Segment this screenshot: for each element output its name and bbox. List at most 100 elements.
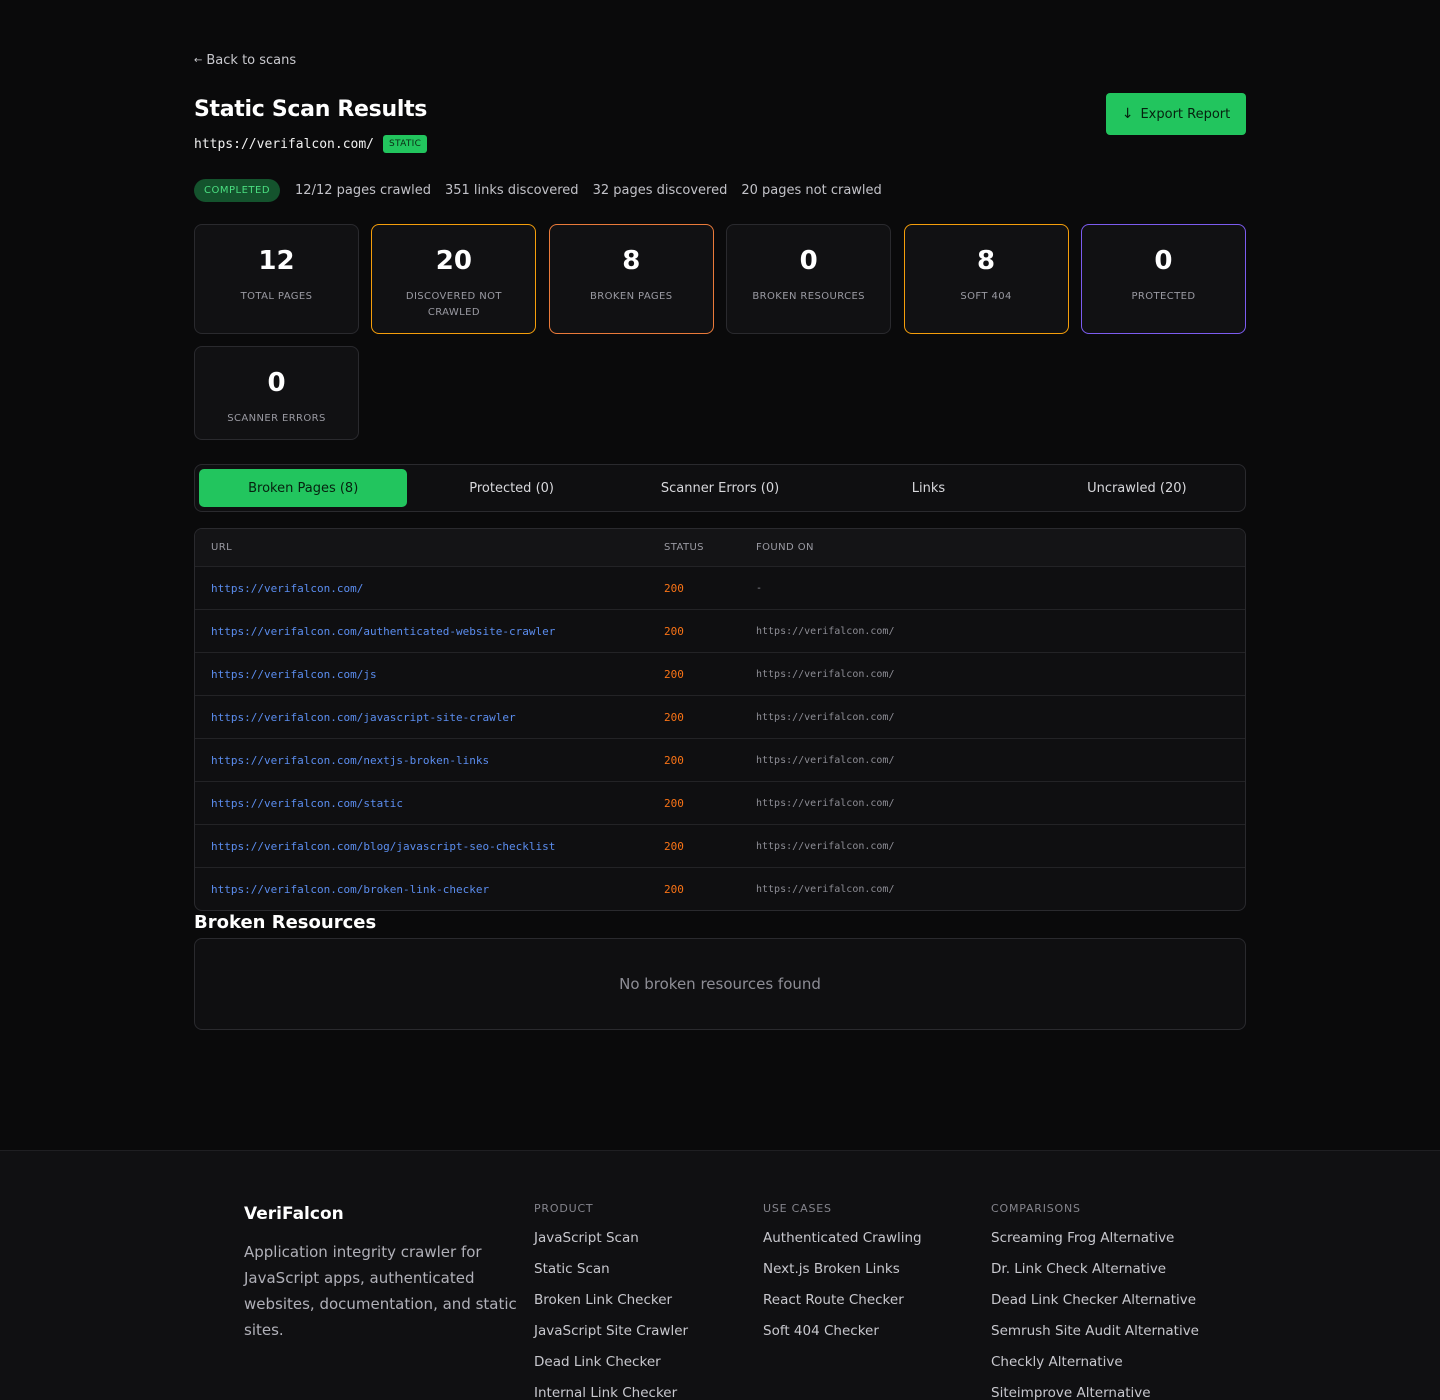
- empty-message: No broken resources found: [619, 975, 821, 993]
- stat-label: SOFT 404: [960, 291, 1012, 302]
- row-status-code: 200: [664, 882, 684, 896]
- broken-resources-title: Broken Resources: [194, 912, 377, 933]
- row-status-code: 200: [664, 581, 684, 595]
- stat-card-broken-pages: 8 BROKEN PAGES: [548, 224, 714, 334]
- footer-link[interactable]: Internal Link Checker: [534, 1384, 688, 1400]
- footer-link[interactable]: Siteimprove Alternative: [991, 1384, 1199, 1400]
- table-row: https://verifalcon.com/broken-link-check…: [195, 867, 1245, 910]
- table-row: https://verifalcon.com/javascript-site-c…: [195, 695, 1245, 738]
- row-status-code: 200: [664, 839, 684, 853]
- row-url-link[interactable]: https://verifalcon.com/javascript-site-c…: [195, 711, 664, 724]
- tab-broken-pages[interactable]: Broken Pages (8): [199, 469, 408, 507]
- footer-column-heading: PRODUCT: [534, 1202, 594, 1215]
- footer-column-heading: USE CASES: [763, 1202, 832, 1215]
- export-report-button[interactable]: ↓ Export Report: [1106, 93, 1246, 135]
- footer-link[interactable]: Dead Link Checker: [534, 1353, 688, 1372]
- footer-link[interactable]: Authenticated Crawling: [763, 1229, 922, 1248]
- stat-label: DISCOVERED NOT CRAWLED: [405, 291, 502, 318]
- scanned-site-row: https://verifalcon.com/ STATIC: [194, 135, 428, 153]
- scan-status-row: COMPLETED 12/12 pages crawled 351 links …: [194, 179, 882, 202]
- stat-card-broken-resources: 0 BROKEN RESOURCES: [726, 224, 892, 334]
- back-to-scans-link[interactable]: ← Back to scans: [194, 53, 296, 68]
- table-row: https://verifalcon.com/blog/javascript-s…: [195, 824, 1245, 867]
- table-header: URL STATUS FOUND ON: [195, 529, 1245, 566]
- footer-link[interactable]: Screaming Frog Alternative: [991, 1229, 1199, 1248]
- footer-column-use-cases: USE CASES Authenticated Crawling Next.js…: [763, 1202, 922, 1353]
- footer-link[interactable]: Next.js Broken Links: [763, 1260, 922, 1279]
- download-arrow-icon: ↓: [1121, 106, 1134, 122]
- row-status-code: 200: [664, 624, 684, 638]
- tab-scanner-errors[interactable]: Scanner Errors (0): [616, 469, 824, 507]
- row-found-on: https://verifalcon.com/: [756, 883, 895, 895]
- footer-link[interactable]: Static Scan: [534, 1260, 688, 1279]
- table-row: https://verifalcon.com/js 200 https://ve…: [195, 652, 1245, 695]
- row-found-on: https://verifalcon.com/: [756, 625, 895, 637]
- stat-card-protected: 0 PROTECTED: [1080, 224, 1246, 334]
- row-url-link[interactable]: https://verifalcon.com/nextjs-broken-lin…: [195, 754, 664, 767]
- scan-type-badge: STATIC: [383, 135, 428, 153]
- stat-card-discovered-not-crawled: 20 DISCOVERED NOT CRAWLED: [371, 224, 537, 334]
- row-status-code: 200: [664, 796, 684, 810]
- broken-resources-empty-state: No broken resources found: [194, 938, 1246, 1030]
- stat-label: SCANNER ERRORS: [227, 413, 326, 424]
- footer-link[interactable]: Soft 404 Checker: [763, 1322, 922, 1341]
- tab-uncrawled[interactable]: Uncrawled (20): [1033, 469, 1241, 507]
- footer-link[interactable]: JavaScript Site Crawler: [534, 1322, 688, 1341]
- row-url-link[interactable]: https://verifalcon.com/authenticated-web…: [195, 625, 664, 638]
- stat-label: BROKEN PAGES: [590, 291, 673, 302]
- row-status-code: 200: [664, 667, 684, 681]
- footer-link[interactable]: JavaScript Scan: [534, 1229, 688, 1248]
- footer-link[interactable]: Semrush Site Audit Alternative: [991, 1322, 1199, 1341]
- back-label: Back to scans: [206, 53, 297, 68]
- status-badge: COMPLETED: [194, 179, 281, 202]
- footer-link[interactable]: Broken Link Checker: [534, 1291, 688, 1310]
- stat-value: 0: [799, 246, 818, 276]
- row-url-link[interactable]: https://verifalcon.com/: [195, 582, 664, 595]
- stats-grid: 12 TOTAL PAGES 20 DISCOVERED NOT CRAWLED…: [194, 224, 1246, 440]
- pages-discovered-text: 32 pages discovered: [592, 183, 728, 198]
- page-title: Static Scan Results: [194, 97, 428, 122]
- table-row: https://verifalcon.com/ 200 -: [195, 566, 1245, 609]
- footer-column-product: PRODUCT JavaScript Scan Static Scan Brok…: [534, 1202, 688, 1400]
- broken-pages-table: URL STATUS FOUND ON https://verifalcon.c…: [194, 528, 1246, 911]
- footer-column-heading: COMPARISONS: [991, 1202, 1081, 1215]
- row-url-link[interactable]: https://verifalcon.com/broken-link-check…: [195, 883, 664, 896]
- stat-value: 0: [1154, 246, 1173, 276]
- footer-link[interactable]: Dr. Link Check Alternative: [991, 1260, 1199, 1279]
- row-found-on: https://verifalcon.com/: [756, 840, 895, 852]
- table-row: https://verifalcon.com/authenticated-web…: [195, 609, 1245, 652]
- footer-link[interactable]: Dead Link Checker Alternative: [991, 1291, 1199, 1310]
- row-found-on: https://verifalcon.com/: [756, 797, 895, 809]
- column-header-url: URL: [211, 542, 233, 553]
- export-report-label: Export Report: [1140, 106, 1231, 122]
- row-found-on: https://verifalcon.com/: [756, 711, 895, 723]
- footer-link[interactable]: React Route Checker: [763, 1291, 922, 1310]
- stat-value: 0: [267, 368, 286, 398]
- stat-card-soft-404: 8 SOFT 404: [903, 224, 1069, 334]
- row-found-on: https://verifalcon.com/: [756, 668, 895, 680]
- row-url-link[interactable]: https://verifalcon.com/blog/javascript-s…: [195, 840, 664, 853]
- table-row: https://verifalcon.com/static 200 https:…: [195, 781, 1245, 824]
- column-header-status: STATUS: [664, 542, 704, 553]
- stat-card-total-pages: 12 TOTAL PAGES: [194, 224, 359, 334]
- tab-links[interactable]: Links: [824, 469, 1032, 507]
- column-header-found-on: FOUND ON: [756, 542, 814, 553]
- row-status-code: 200: [664, 753, 684, 767]
- stat-label: PROTECTED: [1131, 291, 1196, 302]
- table-row: https://verifalcon.com/nextjs-broken-lin…: [195, 738, 1245, 781]
- back-arrow-icon: ←: [194, 55, 203, 66]
- scanned-url: https://verifalcon.com/: [194, 136, 375, 152]
- pages-not-crawled-text: 20 pages not crawled: [741, 183, 882, 198]
- footer-column-comparisons: COMPARISONS Screaming Frog Alternative D…: [991, 1202, 1199, 1400]
- row-url-link[interactable]: https://verifalcon.com/static: [195, 797, 664, 810]
- stat-label: TOTAL PAGES: [240, 291, 313, 302]
- stat-card-scanner-errors: 0 SCANNER ERRORS: [194, 346, 359, 440]
- footer-brand: VeriFalcon: [244, 1204, 344, 1224]
- footer-link[interactable]: Checkly Alternative: [991, 1353, 1199, 1372]
- row-url-link[interactable]: https://verifalcon.com/js: [195, 668, 664, 681]
- row-found-on: https://verifalcon.com/: [756, 754, 895, 766]
- tab-protected[interactable]: Protected (0): [407, 469, 615, 507]
- pages-crawled-text: 12/12 pages crawled: [295, 183, 431, 198]
- footer-description: Application integrity crawler for JavaSc…: [244, 1243, 517, 1339]
- stat-label: BROKEN RESOURCES: [752, 291, 865, 302]
